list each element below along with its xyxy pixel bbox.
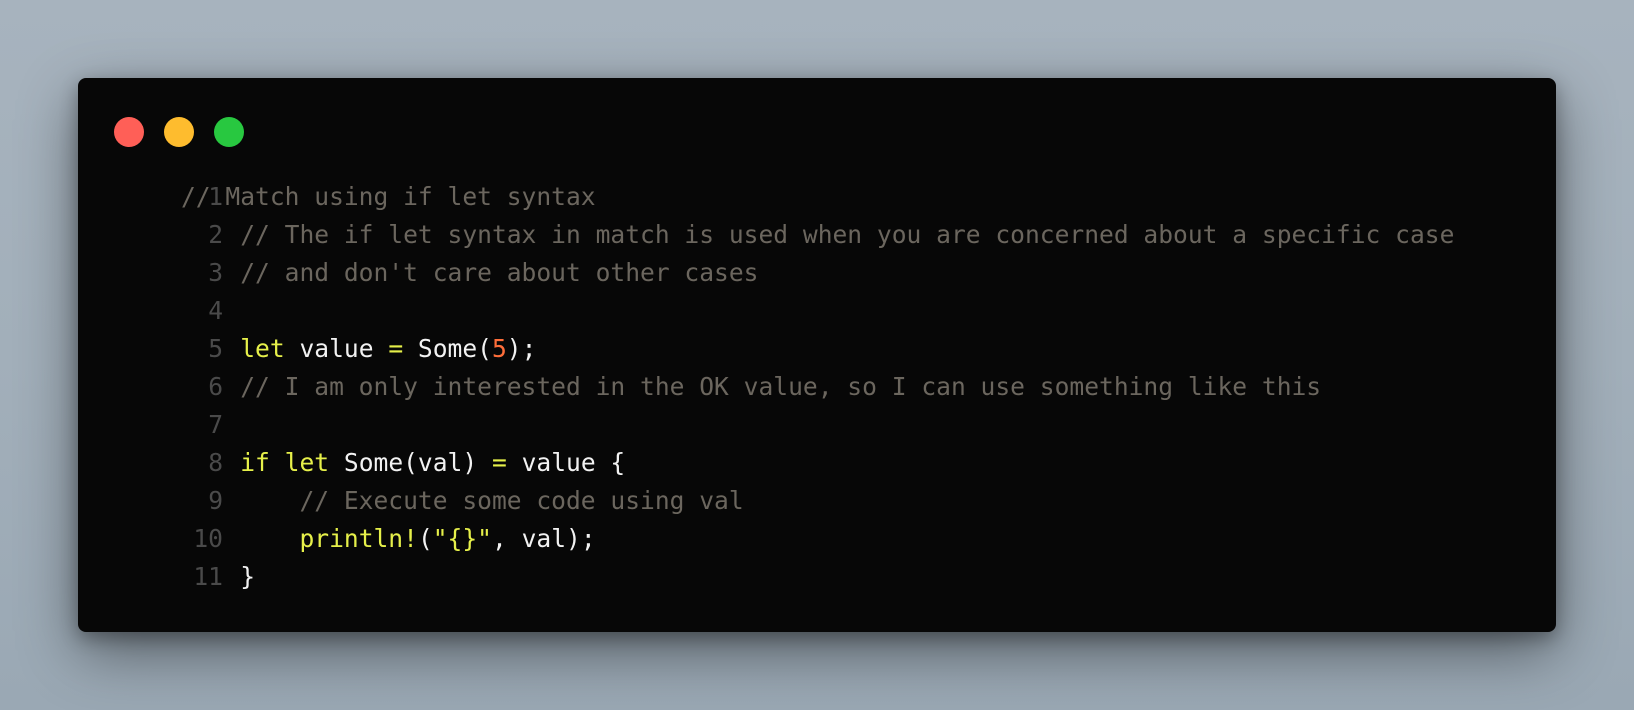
code-line-text: // Execute some code using val — [181, 482, 744, 520]
close-window-dot[interactable] — [114, 117, 144, 147]
code-line: 9 // Execute some code using val — [78, 482, 1556, 520]
code-line-text: // Match using if let syntax — [181, 178, 596, 216]
maximize-window-dot[interactable] — [214, 117, 244, 147]
code-token: value { — [506, 448, 626, 477]
code-token: , val); — [491, 524, 596, 553]
code-line: 4 — [78, 292, 1556, 330]
code-line: 8 if let Some(val) = value { — [78, 444, 1556, 482]
code-line-text: println!("{}", val); — [181, 520, 596, 558]
code-line-text: let value = Some(5); — [181, 330, 536, 368]
code-block: 1// Match using if let syntax 2 // The if… — [78, 178, 1556, 596]
code-token: // Match using if let syntax — [181, 182, 596, 211]
code-line: 5 let value = Some(5); — [78, 330, 1556, 368]
line-number: 4 — [208, 296, 223, 325]
code-token: // Execute some code using val — [181, 486, 744, 515]
code-token: // I am only interested in the OK value,… — [181, 372, 1322, 401]
code-token: 5 — [491, 334, 507, 363]
code-line-text: // The if let syntax in match is used wh… — [181, 216, 1454, 254]
code-token: // and don't care about other cases — [181, 258, 759, 287]
window-controls — [114, 117, 244, 147]
line-number: 7 — [208, 410, 223, 439]
code-token: println! — [299, 524, 418, 553]
code-token: if — [240, 448, 270, 477]
code-token: "{}" — [432, 524, 492, 553]
code-token: let — [284, 448, 330, 477]
code-token: Some( — [403, 334, 492, 363]
code-window: 1// Match using if let syntax 2 // The if… — [78, 78, 1556, 632]
code-line-text: // I am only interested in the OK value,… — [181, 368, 1321, 406]
code-token: value — [284, 334, 389, 363]
code-line-text: } — [181, 558, 255, 596]
minimize-window-dot[interactable] — [164, 117, 194, 147]
code-line: 10 println!("{}", val); — [78, 520, 1556, 558]
code-token: ( — [417, 524, 433, 553]
code-token: } — [181, 562, 256, 591]
code-line-text: // and don't care about other cases — [181, 254, 758, 292]
code-line-text: if let Some(val) = value { — [181, 444, 625, 482]
code-line: 6 // I am only interested in the OK valu… — [78, 368, 1556, 406]
code-line: 1// Match using if let syntax — [78, 178, 1556, 216]
code-line: 2 // The if let syntax in match is used … — [78, 216, 1556, 254]
code-token: // The if let syntax in match is used wh… — [181, 220, 1455, 249]
code-token: = — [388, 334, 404, 363]
code-token: = — [491, 448, 507, 477]
code-token: let — [240, 334, 285, 363]
code-line: 11 } — [78, 558, 1556, 596]
code-token: ); — [506, 334, 537, 363]
code-token: Some(val) — [329, 448, 492, 477]
code-line: 7 — [78, 406, 1556, 444]
code-line: 3 // and don't care about other cases — [78, 254, 1556, 292]
